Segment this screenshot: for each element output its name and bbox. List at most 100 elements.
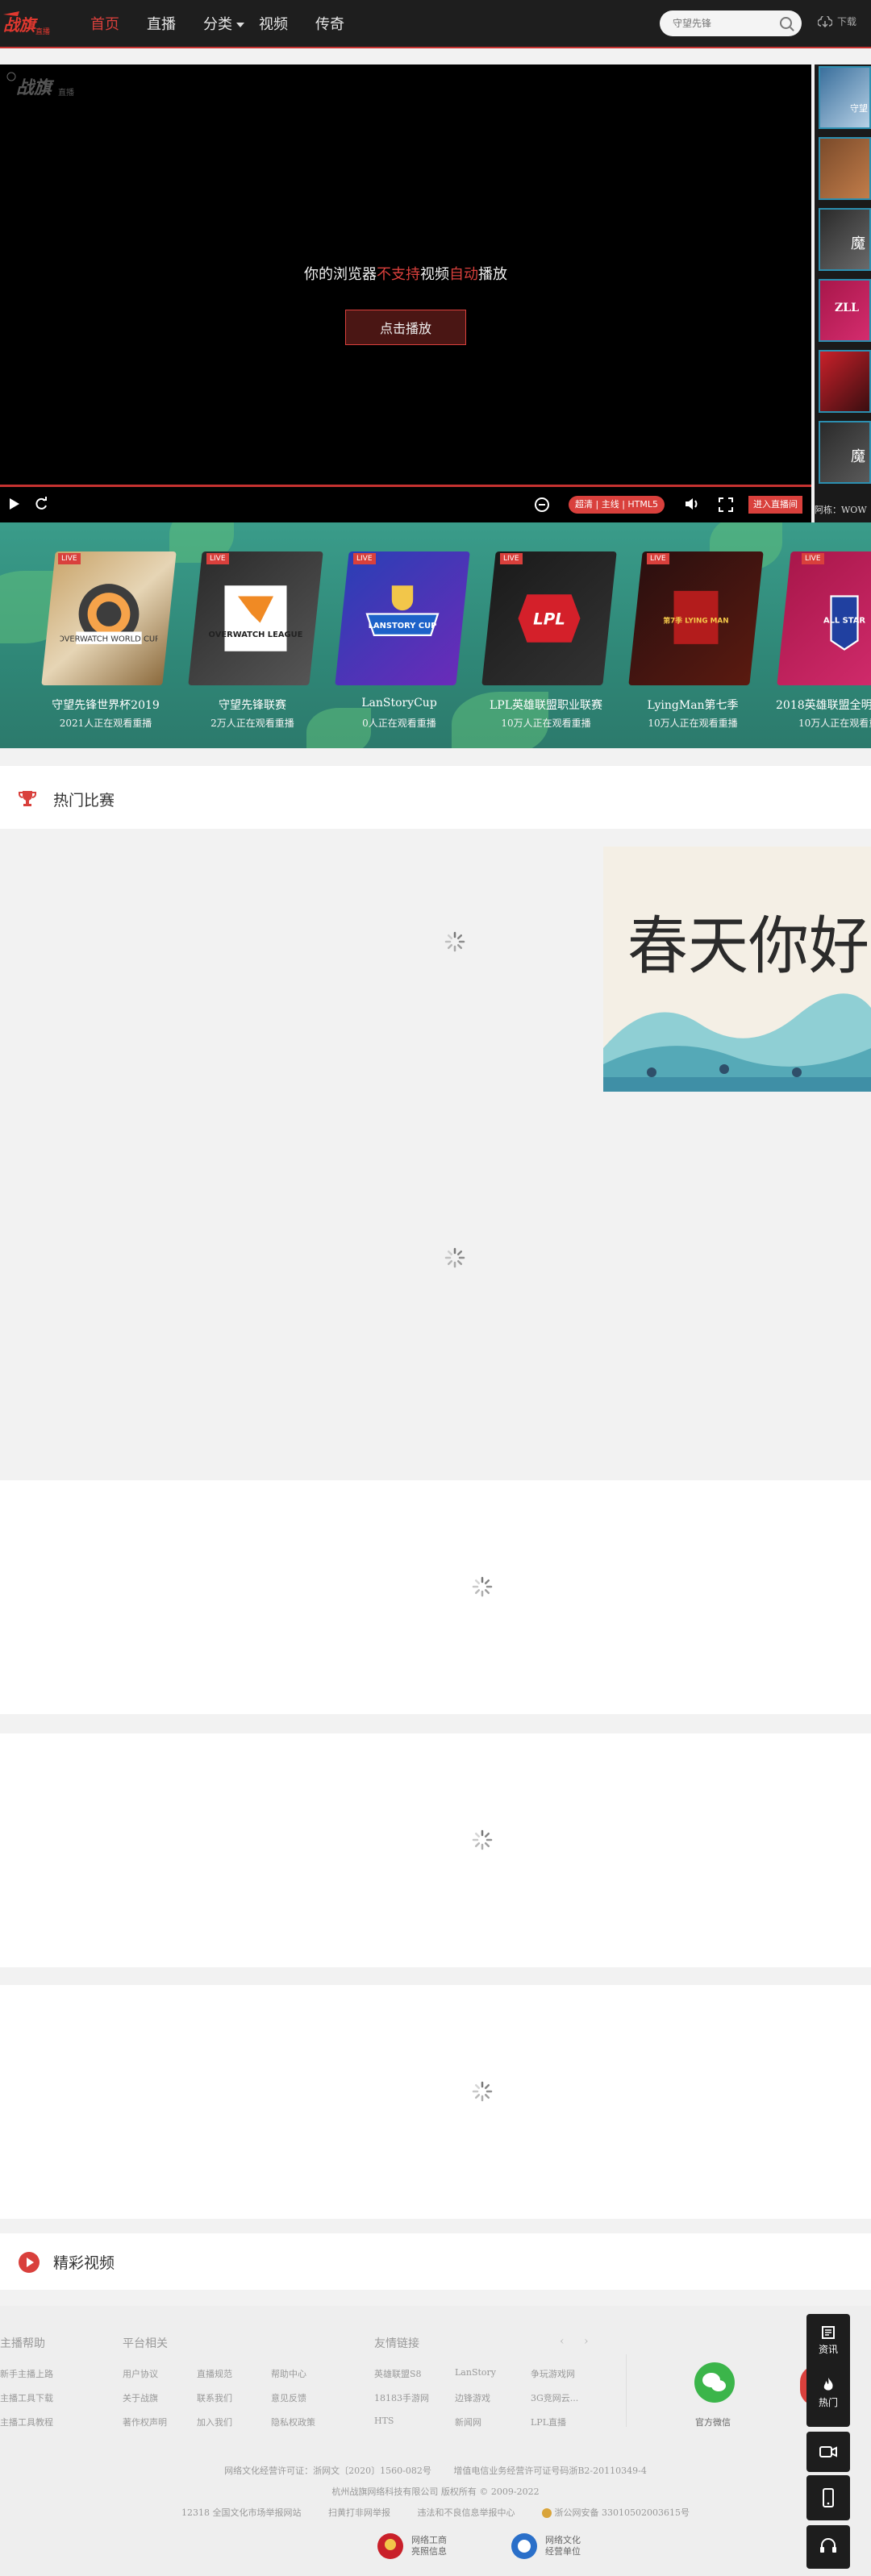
danmaku-icon[interactable] [534,497,550,513]
event-viewers: 10万人正在观看重播 [798,718,871,729]
nav-category-label: 分类 [203,16,232,33]
enter-room-button[interactable]: 进入直播间 [748,496,802,514]
event-card[interactable]: OVERWATCH WORLD CUP [41,551,177,685]
report-link[interactable]: 扫黄打非网举报 [328,2507,390,2518]
record-button[interactable] [806,2432,850,2472]
overwatch-league-logo: OVERWATCH LEAGUE [209,585,303,651]
news-button[interactable]: 资讯 [806,2320,850,2369]
business-badge[interactable]: 网络工商 亮照信息 [376,2532,456,2561]
side-thumbnail[interactable] [819,137,871,200]
mobile-phone-icon [823,2488,834,2507]
event-name[interactable]: 守望先锋联赛 [184,697,321,713]
badge-text: 网络工商 亮照信息 [411,2535,447,2557]
footer-link[interactable]: 18183手游网 [374,2391,429,2404]
footer-link[interactable]: 英雄联盟S8 [374,2367,422,2380]
event-card[interactable]: ALL STAR [777,551,871,685]
footer-link[interactable]: 意见反馈 [271,2391,306,2404]
event-name[interactable]: 2018英雄联盟全明星 [776,697,871,713]
nav-live[interactable]: 直播 [147,13,176,34]
nav-legend[interactable]: 传奇 [315,13,344,34]
chevron-left-icon[interactable]: ‹ [560,2335,565,2348]
side-thumbnail[interactable] [819,350,871,413]
wechat-icon[interactable] [694,2362,735,2403]
chevron-right-icon[interactable]: › [584,2335,589,2348]
event-card[interactable]: LANSTORY CUP [335,551,470,685]
footer-link[interactable]: LPL直播 [531,2416,566,2428]
footer-link[interactable]: HTS [374,2416,394,2426]
side-thumbnail[interactable]: 魔 [819,421,871,484]
footer-link[interactable]: 新闻网 [455,2416,481,2428]
culture-badge[interactable]: 网络文化 经营单位 [510,2532,590,2561]
event-name[interactable]: LanStoryCup [331,697,468,710]
msg-part: 视频 [420,266,449,283]
play-circle-icon [19,2252,40,2273]
footer-link[interactable]: 用户协议 [123,2367,158,2380]
search-input[interactable] [671,10,784,36]
footer-link[interactable]: 主播工具教程 [0,2416,53,2428]
play-icon[interactable] [8,497,21,511]
event-viewers: 0人正在观看重播 [362,718,436,729]
nav-category[interactable]: 分类 [203,13,244,34]
report-link[interactable]: 12318 全国文化市场举报网站 [181,2507,302,2518]
live-badge: LIVE [353,553,376,564]
live-badge: LIVE [206,553,229,564]
side-thumbnail[interactable]: 守望 [819,66,871,129]
footer-link[interactable]: 联系我们 [197,2391,232,2404]
card-logo-text: LANSTORY CUP [369,622,437,630]
side-streamer-label: 阿栋：WOW [815,505,867,515]
content-block [0,1733,871,1967]
content-block [0,1985,871,2219]
player-watermark-logo: 战旗 直播 [6,72,74,98]
card-logo-text: ALL STAR [823,617,865,626]
flame-icon [823,2378,833,2391]
footer-link[interactable]: 帮助中心 [271,2367,306,2380]
msg-part: 播放 [478,266,507,283]
footer-link[interactable]: 加入我们 [197,2416,232,2428]
report-link[interactable]: 违法和不良信息举报中心 [418,2507,515,2518]
nav-accent-line [0,47,871,48]
main-nav: 首页 直播 分类 视频 传奇 [90,0,372,47]
footer-link[interactable]: 3G竞网云... [531,2391,578,2404]
footer-link[interactable]: 新手主播上路 [0,2367,53,2380]
mobile-button[interactable] [806,2475,850,2520]
event-name[interactable]: 守望先锋世界杯2019 [37,697,174,713]
video-player[interactable]: 战旗 直播 你的浏览器不支持视频自动播放 点击播放 超清 | 主线 | HTML… [0,65,811,522]
support-button[interactable] [806,2525,850,2569]
sidebar-label: 资讯 [818,2344,838,2355]
hot-button[interactable]: 热门 [806,2372,850,2420]
footer-link[interactable]: 主播工具下载 [0,2391,53,2404]
nav-home[interactable]: 首页 [90,13,119,34]
loading-spinner-icon [472,2081,493,2102]
event-name[interactable]: LPL英雄联盟职业联赛 [477,697,615,713]
footer-link[interactable]: 关于战旗 [123,2391,158,2404]
spring-banner-art: 春天你好 [603,910,871,1092]
event-viewers: 2021人正在观看重播 [59,718,152,729]
event-card[interactable]: 第7季 LYING MAN [628,551,764,685]
click-to-play-button[interactable]: 点击播放 [345,310,466,345]
footer-link[interactable]: 争玩游戏网 [531,2367,575,2380]
site-logo[interactable]: 战旗 直播 [2,10,56,37]
lpl-logo: LPL [518,594,581,643]
footer-link[interactable]: 著作权声明 [123,2416,167,2428]
footer-link[interactable]: 隐私权政策 [271,2416,315,2428]
search-icon[interactable] [780,17,792,29]
event-card[interactable]: OVERWATCH LEAGUE [188,551,323,685]
nav-video[interactable]: 视频 [259,13,288,34]
side-thumbnail[interactable]: 魔 [819,208,871,271]
side-thumbnail[interactable]: ZLL [819,279,871,342]
lanstory-cup-logo: LANSTORY CUP [365,585,440,637]
volume-icon[interactable] [684,497,700,511]
event-card[interactable]: LPL [481,551,617,685]
refresh-icon[interactable] [34,497,48,511]
spring-banner[interactable]: 春天你好 [603,847,871,1092]
report-link[interactable]: 浙公网安备 33010502003615号 [555,2507,690,2518]
footer-link[interactable]: LanStory [455,2367,496,2378]
event-name[interactable]: LyingMan第七季 [624,697,761,713]
footer-link[interactable]: 边锋游戏 [455,2391,490,2404]
footer-col-title: 主播帮助 [0,2337,45,2350]
footer-link[interactable]: 直播规范 [197,2367,232,2380]
download-link[interactable]: 下载 [818,15,856,28]
thumb-label: 魔 [851,448,865,465]
fullscreen-icon[interactable] [718,497,734,513]
quality-selector[interactable]: 超清 | 主线 | HTML5 [569,496,665,514]
